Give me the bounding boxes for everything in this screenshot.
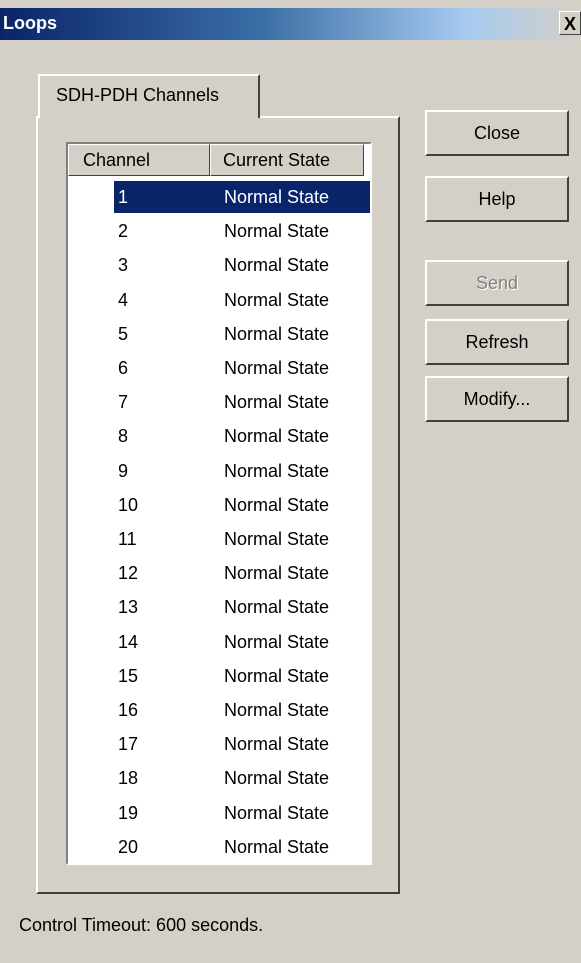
table-row[interactable]: 12 Normal State xyxy=(68,556,370,590)
channel-cell: 1 xyxy=(118,187,129,207)
channel-cell: 19 xyxy=(118,802,139,823)
channel-cell: 10 xyxy=(118,494,139,515)
state-cell: Normal State xyxy=(224,802,330,823)
close-window-button[interactable]: X xyxy=(559,11,581,35)
state-cell: Normal State xyxy=(224,187,330,207)
channel-cell: 15 xyxy=(118,665,139,686)
table-row[interactable]: 15 Normal State xyxy=(68,659,370,693)
table-row[interactable]: 5 Normal State xyxy=(68,317,370,351)
state-cell: Normal State xyxy=(224,426,330,447)
column-header-channel[interactable]: Channel xyxy=(68,144,210,176)
table-row[interactable]: 8 Normal State xyxy=(68,419,370,453)
tab-sdh-pdh-channels[interactable]: SDH-PDH Channels xyxy=(38,74,260,118)
channel-cell: 17 xyxy=(118,734,139,755)
state-cell: Normal State xyxy=(224,768,330,789)
table-row[interactable]: 2 Normal State xyxy=(68,214,370,248)
table-row[interactable]: 1 Normal State xyxy=(68,180,370,214)
close-button[interactable]: Close xyxy=(425,110,569,156)
state-cell: Normal State xyxy=(224,597,330,618)
list-header: Channel Current State xyxy=(68,144,370,176)
channel-cell: 13 xyxy=(118,597,139,618)
table-row[interactable]: 19 Normal State xyxy=(68,796,370,830)
table-row[interactable]: 9 Normal State xyxy=(68,454,370,488)
tab-label: SDH-PDH Channels xyxy=(56,85,220,105)
state-cell: Normal State xyxy=(224,494,330,515)
table-row[interactable]: 16 Normal State xyxy=(68,693,370,727)
table-row[interactable]: 13 Normal State xyxy=(68,590,370,624)
channel-cell: 9 xyxy=(118,460,129,481)
channel-cell: 18 xyxy=(118,768,139,789)
title-bar[interactable]: Loops X xyxy=(0,8,581,40)
state-cell: Normal State xyxy=(224,392,330,413)
window-title: Loops xyxy=(3,13,57,33)
refresh-button[interactable]: Refresh xyxy=(425,319,569,365)
state-cell: Normal State xyxy=(224,700,330,720)
state-cell: Normal State xyxy=(224,323,330,344)
channel-cell: 14 xyxy=(118,631,139,652)
channel-list[interactable]: Channel Current State 1 Normal State 2 Norm… xyxy=(66,142,372,865)
state-cell: Normal State xyxy=(224,255,330,276)
column-header-current-state[interactable]: Current State xyxy=(210,144,364,176)
state-cell: Normal State xyxy=(224,221,330,242)
channel-cell: 4 xyxy=(118,289,129,310)
table-row[interactable]: 10 Normal State xyxy=(68,488,370,522)
channel-cell: 3 xyxy=(118,255,129,276)
channel-cell: 11 xyxy=(118,529,137,549)
channel-cell: 12 xyxy=(118,563,139,584)
modify-button[interactable]: Modify... xyxy=(425,376,569,422)
table-row[interactable]: 18 Normal State xyxy=(68,761,370,795)
table-row[interactable]: 17 Normal State xyxy=(68,727,370,761)
table-row[interactable]: 20 Normal State xyxy=(68,830,370,863)
channel-cell: 5 xyxy=(118,323,129,344)
channel-cell: 6 xyxy=(118,358,129,378)
control-timeout-label: Control Timeout: 600 seconds. xyxy=(19,915,264,935)
table-row[interactable]: 3 Normal State xyxy=(68,248,370,282)
table-row[interactable]: 14 Normal State xyxy=(68,625,370,659)
state-cell: Normal State xyxy=(224,529,330,549)
state-cell: Normal State xyxy=(224,631,330,652)
state-cell: Normal State xyxy=(224,460,330,481)
table-row[interactable]: 7 Normal State xyxy=(68,385,370,419)
send-button: Send xyxy=(425,260,569,306)
state-cell: Normal State xyxy=(224,358,330,378)
table-row[interactable]: 4 Normal State xyxy=(68,283,370,317)
help-button[interactable]: Help xyxy=(425,176,569,222)
channel-cell: 8 xyxy=(118,426,129,447)
channel-cell: 20 xyxy=(118,836,139,857)
state-cell: Normal State xyxy=(224,665,330,686)
state-cell: Normal State xyxy=(224,289,330,310)
channel-cell: 16 xyxy=(118,700,139,720)
state-cell: Normal State xyxy=(224,836,330,857)
table-row[interactable]: 6 Normal State xyxy=(68,351,370,385)
state-cell: Normal State xyxy=(224,563,330,584)
channel-cell: 2 xyxy=(118,221,129,242)
table-row[interactable]: 11 Normal State xyxy=(68,522,370,556)
state-cell: Normal State xyxy=(224,734,330,755)
channel-cell: 7 xyxy=(118,392,129,413)
